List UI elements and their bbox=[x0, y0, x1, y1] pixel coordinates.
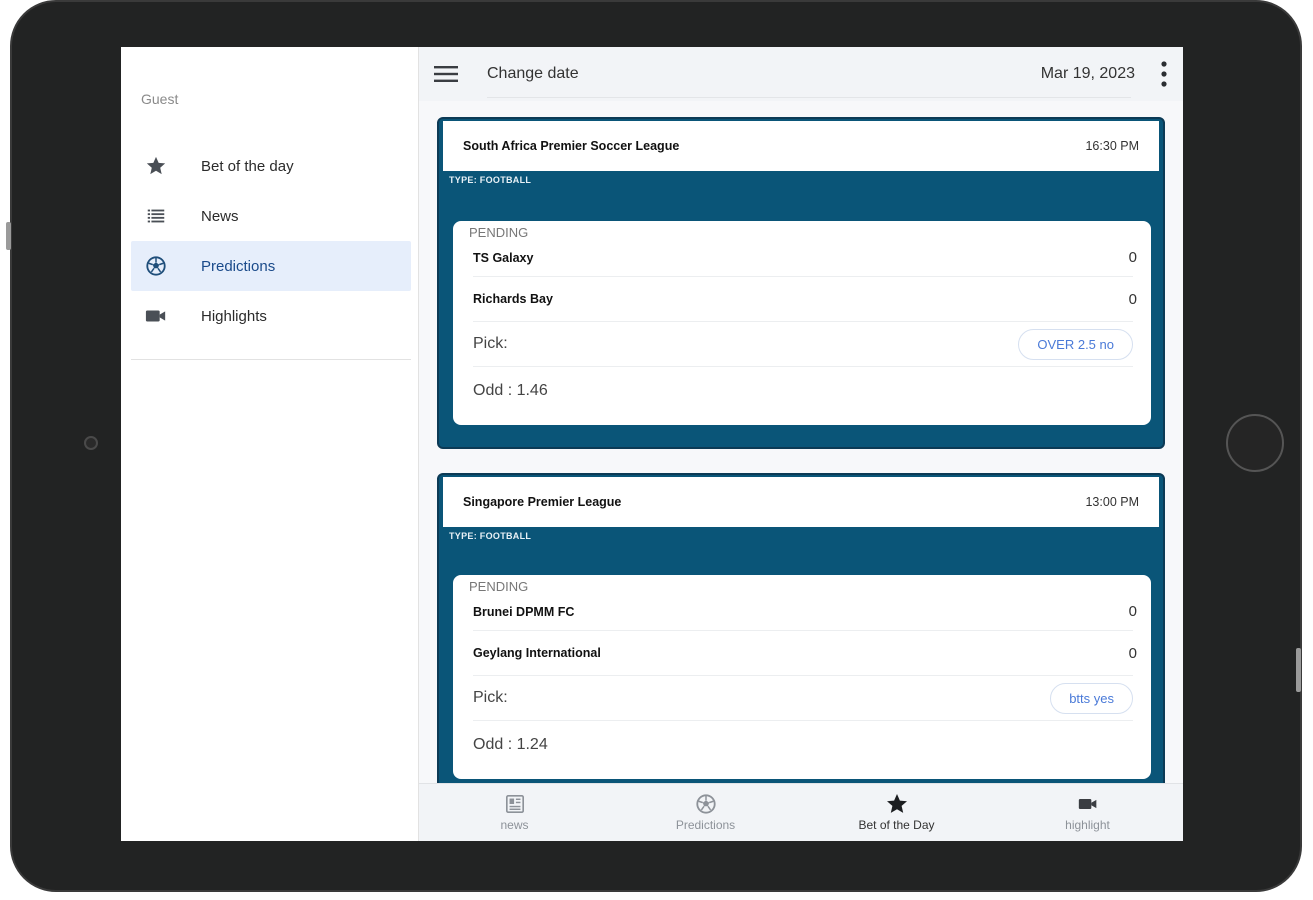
sport-type: TYPE: FOOTBALL bbox=[449, 175, 532, 185]
navigation-drawer: Guest Bet of the day News Predictions Hi… bbox=[121, 47, 419, 841]
team-row: Brunei DPMM FC 0 bbox=[473, 593, 1137, 631]
bottom-nav-label: Bet of the Day bbox=[858, 818, 935, 832]
prediction-panel: PENDING TS Galaxy 0 Richards Bay 0 Pick:… bbox=[453, 221, 1151, 425]
drawer-menu: Bet of the day News Predictions Highligh… bbox=[131, 141, 411, 341]
bottom-nav-label: Predictions bbox=[675, 818, 736, 832]
bottom-nav-label: highlight bbox=[1065, 818, 1110, 832]
hamburger-menu-button[interactable] bbox=[421, 47, 471, 101]
league-name: Singapore Premier League bbox=[463, 495, 622, 509]
newspaper-icon bbox=[504, 793, 526, 815]
pick-row: Pick: btts yes bbox=[473, 676, 1133, 721]
home-team: Brunei DPMM FC bbox=[473, 604, 575, 619]
league-name: South Africa Premier Soccer League bbox=[463, 139, 680, 153]
bottom-nav-predictions[interactable]: Predictions bbox=[610, 784, 801, 841]
home-score: 0 bbox=[1128, 603, 1137, 620]
sport-type: TYPE: FOOTBALL bbox=[449, 531, 532, 541]
drawer-item-label: Bet of the day bbox=[201, 157, 294, 175]
bottom-navigation: news Predictions Bet of the Day highligh… bbox=[419, 783, 1183, 841]
match-card-header: South Africa Premier Soccer League 16:30… bbox=[443, 121, 1159, 171]
home-score: 0 bbox=[1128, 249, 1137, 266]
top-app-bar: Change date Mar 19, 2023 bbox=[419, 47, 1183, 101]
drawer-item-label: Predictions bbox=[201, 257, 276, 275]
away-score: 0 bbox=[1128, 644, 1137, 662]
pick-chip[interactable]: btts yes bbox=[1050, 682, 1133, 714]
match-card[interactable]: South Africa Premier Soccer League 16:30… bbox=[437, 117, 1165, 449]
video-camera-icon bbox=[143, 303, 169, 329]
pick-chip[interactable]: OVER 2.5 no bbox=[1018, 328, 1133, 360]
drawer-item-predictions[interactable]: Predictions bbox=[131, 241, 411, 291]
pick-label: Pick: bbox=[473, 335, 508, 352]
away-team: Geylang International bbox=[473, 646, 601, 660]
bottom-nav-highlight[interactable]: highlight bbox=[992, 784, 1183, 841]
selected-date[interactable]: Mar 19, 2023 bbox=[1041, 65, 1135, 83]
away-score: 0 bbox=[1128, 290, 1137, 308]
bottom-nav-bet-of-the-day[interactable]: Bet of the Day bbox=[801, 784, 992, 841]
match-time: 13:00 PM bbox=[1085, 495, 1139, 509]
drawer-divider bbox=[131, 359, 411, 360]
star-icon bbox=[143, 153, 169, 179]
status-badge: PENDING bbox=[469, 225, 529, 240]
user-name: Guest bbox=[141, 91, 179, 107]
prediction-panel: PENDING Brunei DPMM FC 0 Geylang Interna… bbox=[453, 575, 1151, 779]
team-row: TS Galaxy 0 bbox=[473, 239, 1137, 277]
home-team: TS Galaxy bbox=[473, 250, 534, 265]
status-badge: PENDING bbox=[469, 579, 529, 594]
drawer-item-label: Highlights bbox=[201, 307, 267, 325]
drawer-item-bet-of-the-day[interactable]: Bet of the day bbox=[131, 141, 411, 191]
volume-button bbox=[6, 222, 11, 250]
soccer-ball-icon bbox=[695, 793, 717, 815]
list-icon bbox=[143, 203, 169, 229]
odd-value: Odd : 1.46 bbox=[473, 382, 548, 399]
app-screen: Guest Bet of the day News Predictions Hi… bbox=[121, 47, 1183, 841]
more-vert-icon bbox=[1161, 61, 1167, 87]
team-row: Geylang International 0 bbox=[473, 631, 1137, 676]
match-time: 16:30 PM bbox=[1085, 139, 1139, 153]
side-button bbox=[1296, 648, 1301, 692]
drawer-item-highlights[interactable]: Highlights bbox=[131, 291, 411, 341]
topbar-underline bbox=[487, 97, 1131, 98]
change-date-button[interactable]: Change date bbox=[487, 65, 579, 83]
match-card-header: Singapore Premier League 13:00 PM bbox=[443, 477, 1159, 527]
main-content: Change date Mar 19, 2023 South Africa Pr… bbox=[419, 47, 1183, 841]
match-card[interactable]: Singapore Premier League 13:00 PM TYPE: … bbox=[437, 473, 1165, 813]
menu-icon bbox=[434, 66, 458, 82]
bottom-nav-news[interactable]: news bbox=[419, 784, 610, 841]
soccer-ball-icon bbox=[143, 253, 169, 279]
away-team: Richards Bay bbox=[473, 292, 553, 306]
home-button[interactable] bbox=[1226, 414, 1284, 472]
more-options-button[interactable] bbox=[1149, 47, 1179, 101]
star-icon bbox=[885, 793, 909, 815]
drawer-item-label: News bbox=[201, 207, 239, 225]
video-camera-icon bbox=[1076, 793, 1100, 815]
pick-label: Pick: bbox=[473, 689, 508, 706]
front-camera bbox=[84, 436, 98, 450]
odd-value: Odd : 1.24 bbox=[473, 736, 548, 753]
team-row: Richards Bay 0 bbox=[473, 277, 1137, 322]
bottom-nav-label: news bbox=[500, 818, 529, 832]
drawer-item-news[interactable]: News bbox=[131, 191, 411, 241]
pick-row: Pick: OVER 2.5 no bbox=[473, 322, 1133, 367]
